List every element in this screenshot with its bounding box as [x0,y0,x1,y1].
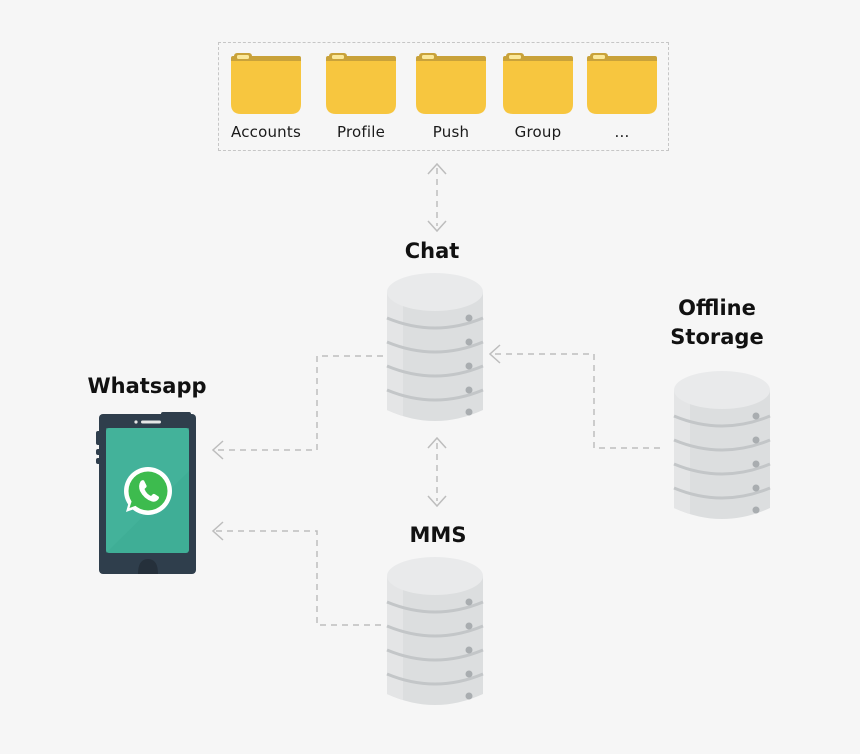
database-icon[interactable] [673,370,771,530]
connector-offline-chat [491,353,660,449]
smartphone-icon[interactable] [96,411,198,575]
database-icon[interactable] [386,272,484,432]
database-icon[interactable] [386,556,484,716]
connector-mms-whatsapp [216,530,383,626]
chat-label: Chat [404,239,460,263]
offline-storage-label: Offline Storage [662,294,772,352]
whatsapp-label: Whatsapp [87,374,207,398]
whatsapp-logo-icon [124,467,172,515]
mms-label: MMS [409,523,467,547]
connector-chat-whatsapp [216,355,383,451]
offline-label-line2: Storage [670,325,764,349]
offline-label-line1: Offline [678,296,756,320]
